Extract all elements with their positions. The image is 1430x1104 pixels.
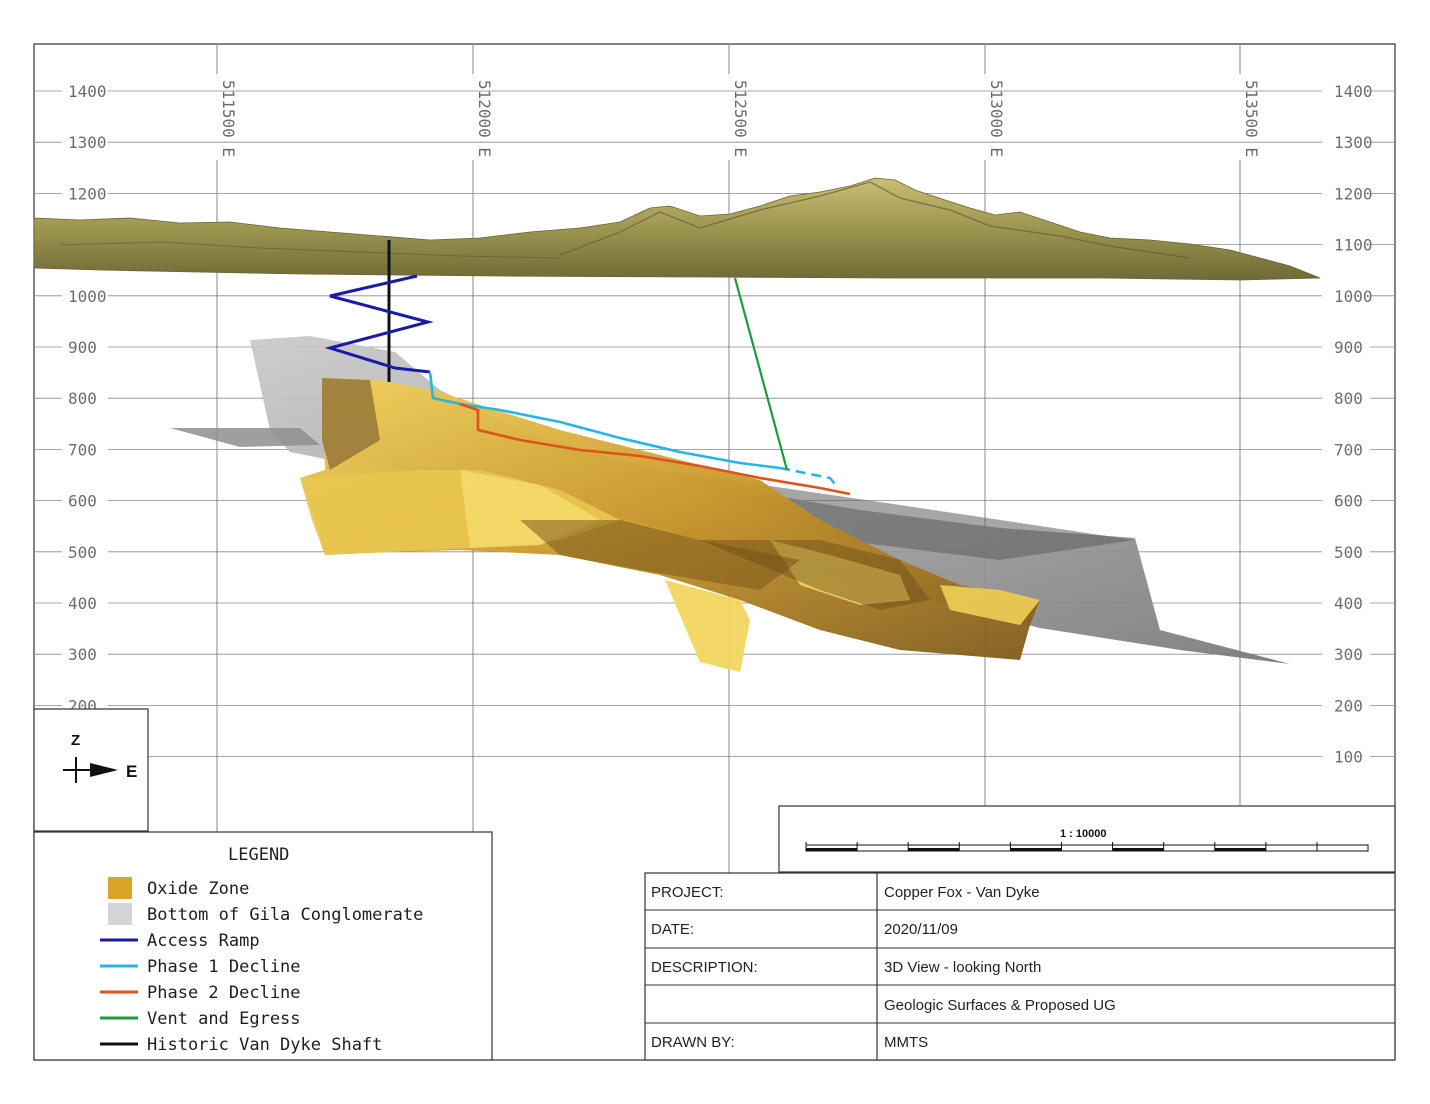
date-key: DATE: (651, 921, 695, 938)
elevation-label-left: 400 (68, 594, 97, 613)
easting-label: 511500 E (219, 80, 238, 157)
elevation-label-right: 100 (1334, 748, 1363, 767)
legend-item-label: Phase 1 Decline (147, 957, 301, 977)
elevation-label-right: 200 (1334, 696, 1363, 715)
scale-bar-segment (1214, 848, 1266, 851)
scale-bar-segment (1112, 848, 1164, 851)
elevation-label-left: 800 (68, 389, 97, 408)
easting-label: 513000 E (987, 80, 1006, 157)
description-value: 3D View - looking North (884, 959, 1042, 976)
elevation-label-right: 700 (1334, 440, 1363, 459)
east-axis-label: E (126, 762, 137, 781)
elevation-label-right: 1400 (1334, 82, 1373, 101)
easting-label: 512000 E (475, 80, 494, 157)
legend-item-label: Vent and Egress (147, 1009, 301, 1029)
elevation-label-left: 300 (68, 645, 97, 664)
elevation-label-right: 400 (1334, 594, 1363, 613)
scale-bar-segment (806, 848, 858, 851)
elevation-label-left: 1000 (68, 287, 107, 306)
elevation-label-right: 600 (1334, 492, 1363, 511)
legend-item-label: Phase 2 Decline (147, 983, 301, 1003)
elevation-label-right: 1100 (1334, 236, 1373, 255)
scale-bar-segment (1010, 848, 1062, 851)
elevation-label-right: 500 (1334, 543, 1363, 562)
elevation-label-left: 900 (68, 338, 97, 357)
elevation-label-left: 500 (68, 543, 97, 562)
elevation-label-right: 1200 (1334, 184, 1373, 203)
scale-label: 1 : 10000 (1060, 828, 1106, 840)
elevation-label-right: 800 (1334, 389, 1363, 408)
elevation-label-right: 1300 (1334, 133, 1373, 152)
elevation-label-right: 900 (1334, 338, 1363, 357)
legend-item-label: Access Ramp (147, 931, 260, 951)
drawn-by-value: MMTS (884, 1034, 929, 1051)
easting-label: 512500 E (731, 80, 750, 157)
up-axis-label: Z (71, 732, 80, 749)
project-key: PROJECT: (651, 884, 724, 901)
scale-bar: 1 : 10000 (778, 805, 1396, 873)
project-value: Copper Fox - Van Dyke (884, 884, 1040, 901)
elevation-label-left: 1300 (68, 133, 107, 152)
scale-bar-outline (805, 844, 1369, 852)
elevation-label-left: 1400 (68, 82, 107, 101)
elevation-label-right: 300 (1334, 645, 1363, 664)
elevation-label-left: 1200 (68, 184, 107, 203)
description-key: DESCRIPTION: (651, 959, 758, 976)
legend-title: LEGEND (228, 845, 289, 865)
scale-bar-segment (908, 848, 960, 851)
elevation-label-left: 700 (68, 440, 97, 459)
description-continued-value: Geologic Surfaces & Proposed UG (884, 997, 1116, 1014)
elevation-label-left: 600 (68, 492, 97, 511)
legend-swatch (108, 877, 132, 899)
legend-swatch (108, 903, 132, 925)
legend-item-label: Historic Van Dyke Shaft (147, 1035, 382, 1055)
elevation-label-right: 1000 (1334, 287, 1373, 306)
date-value: 2020/11/09 (884, 921, 958, 938)
legend-item-label: Bottom of Gila Conglomerate (147, 905, 423, 925)
drawn-by-key: DRAWN BY: (651, 1034, 735, 1051)
legend: LEGEND Oxide Zone Bottom of Gila Conglome… (33, 831, 493, 1061)
orientation-indicator: Z E (33, 708, 149, 832)
legend-item-label: Oxide Zone (147, 879, 249, 899)
easting-label: 513500 E (1242, 80, 1261, 157)
section-drawing: 1400 1300 1200 1100 1000 900 800 700 600 500 400 30… (33, 43, 1396, 1061)
